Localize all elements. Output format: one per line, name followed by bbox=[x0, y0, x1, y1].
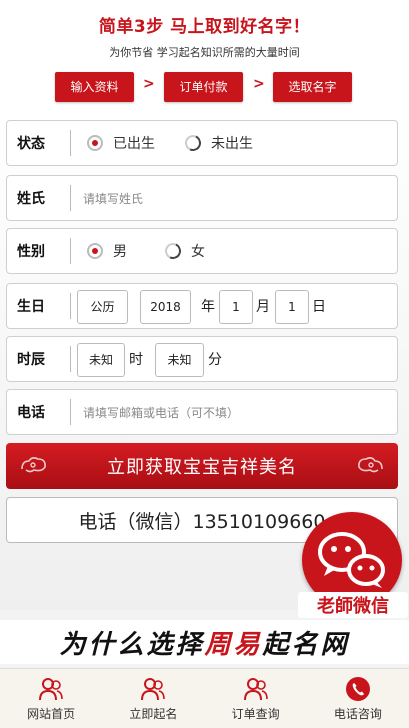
hour-unit: 时 bbox=[129, 352, 143, 368]
year-unit: 年 bbox=[201, 299, 215, 315]
divider bbox=[70, 346, 71, 372]
divider bbox=[70, 238, 71, 264]
calendar-select[interactable]: 公历 bbox=[77, 290, 128, 324]
month-select[interactable]: 1 bbox=[219, 290, 253, 324]
radio-selected-icon bbox=[87, 243, 103, 259]
status-label: 状态 bbox=[17, 136, 45, 152]
divider bbox=[70, 293, 71, 319]
gender-male-radio[interactable]: 男 bbox=[87, 229, 127, 273]
page-title: 简单3步 马上取到好名字！ bbox=[98, 17, 311, 37]
radio-unselected-icon bbox=[162, 240, 184, 262]
why-choose-banner: 为什么选择 周易 起名网 bbox=[0, 620, 409, 664]
banner-text-2: 周易 bbox=[204, 629, 263, 660]
birthday-row: 生日 公历 2018 年 1 月 1 日 bbox=[6, 283, 398, 329]
users-icon bbox=[39, 677, 63, 700]
divider bbox=[70, 399, 71, 425]
banner-text-3: 起名网 bbox=[262, 629, 350, 660]
users-icon bbox=[243, 677, 268, 700]
minute-unit: 分 bbox=[208, 352, 222, 368]
minute-select[interactable]: 未知 bbox=[155, 343, 204, 377]
nav-label: 电话咨询 bbox=[333, 706, 382, 721]
nav-home[interactable]: 网站首页 bbox=[0, 669, 102, 728]
nav-order-query[interactable]: 订单查询 bbox=[205, 669, 307, 728]
day-select[interactable]: 1 bbox=[275, 290, 309, 324]
submit-button[interactable]: 立即获取宝宝吉祥美名 bbox=[6, 443, 398, 489]
wechat-label[interactable]: 老師微信 bbox=[298, 592, 408, 618]
cloud-ornament-icon bbox=[358, 457, 383, 473]
page-subtitle: 为你节省 学习起名知识所需的大量时间 bbox=[109, 46, 300, 59]
status-born-radio[interactable]: 已出生 bbox=[87, 121, 155, 165]
surname-row: 姓氏 请填写姓氏 bbox=[6, 175, 398, 221]
day-unit: 日 bbox=[312, 299, 326, 315]
surname-input[interactable]: 请填写姓氏 bbox=[83, 176, 383, 220]
radio-label: 男 bbox=[113, 244, 127, 260]
hour-select[interactable]: 未知 bbox=[77, 343, 125, 377]
banner-text-1: 为什么选择 bbox=[59, 629, 205, 660]
divider bbox=[70, 185, 71, 211]
phone-icon bbox=[345, 676, 370, 701]
status-unborn-radio[interactable]: 未出生 bbox=[182, 121, 253, 165]
hour-row: 时辰 未知 时 未知 分 bbox=[6, 336, 398, 382]
nav-name-now[interactable]: 立即起名 bbox=[102, 669, 204, 728]
bottom-nav: 网站首页 立即起名 订单查询 电话咨询 bbox=[0, 668, 409, 728]
step-input-info[interactable]: 输入资料 bbox=[55, 72, 134, 102]
submit-label: 立即获取宝宝吉祥美名 bbox=[107, 457, 297, 478]
cloud-ornament-icon bbox=[21, 457, 46, 473]
radio-label: 女 bbox=[191, 244, 205, 260]
phone-text: 电话（微信）13510109660 bbox=[78, 510, 326, 533]
nav-phone-consult[interactable]: 电话咨询 bbox=[307, 669, 409, 728]
contact-input[interactable]: 请填写邮箱或电话（可不填） bbox=[83, 390, 383, 434]
nav-label: 订单查询 bbox=[231, 706, 280, 721]
step-arrow: > bbox=[253, 76, 265, 92]
radio-label: 未出生 bbox=[211, 136, 253, 152]
step-pick-name[interactable]: 选取名字 bbox=[273, 72, 352, 102]
status-row: 状态 已出生 未出生 bbox=[6, 120, 398, 166]
contact-label: 电话 bbox=[17, 405, 45, 421]
users-icon bbox=[141, 677, 166, 700]
year-select[interactable]: 2018 bbox=[140, 290, 191, 324]
surname-label: 姓氏 bbox=[17, 191, 45, 207]
month-unit: 月 bbox=[256, 299, 270, 315]
birthday-label: 生日 bbox=[17, 299, 45, 315]
hour-label: 时辰 bbox=[17, 352, 45, 368]
radio-label: 已出生 bbox=[113, 136, 155, 152]
radio-unselected-icon bbox=[182, 132, 204, 154]
header: 简单3步 马上取到好名字！ 为你节省 学习起名知识所需的大量时间 输入资料 > … bbox=[0, 0, 409, 110]
gender-label: 性别 bbox=[17, 244, 45, 260]
step-payment[interactable]: 订单付款 bbox=[164, 72, 243, 102]
gender-female-radio[interactable]: 女 bbox=[162, 229, 205, 273]
contact-row: 电话 请填写邮箱或电话（可不填） bbox=[6, 389, 398, 435]
steps-bar: 输入资料 > 订单付款 > 选取名字 bbox=[0, 72, 409, 102]
divider bbox=[70, 130, 71, 156]
nav-label: 网站首页 bbox=[27, 706, 76, 721]
nav-label: 立即起名 bbox=[129, 706, 178, 721]
radio-selected-icon bbox=[87, 135, 103, 151]
gender-row: 性别 男 女 bbox=[6, 228, 398, 274]
step-arrow: > bbox=[143, 76, 155, 92]
